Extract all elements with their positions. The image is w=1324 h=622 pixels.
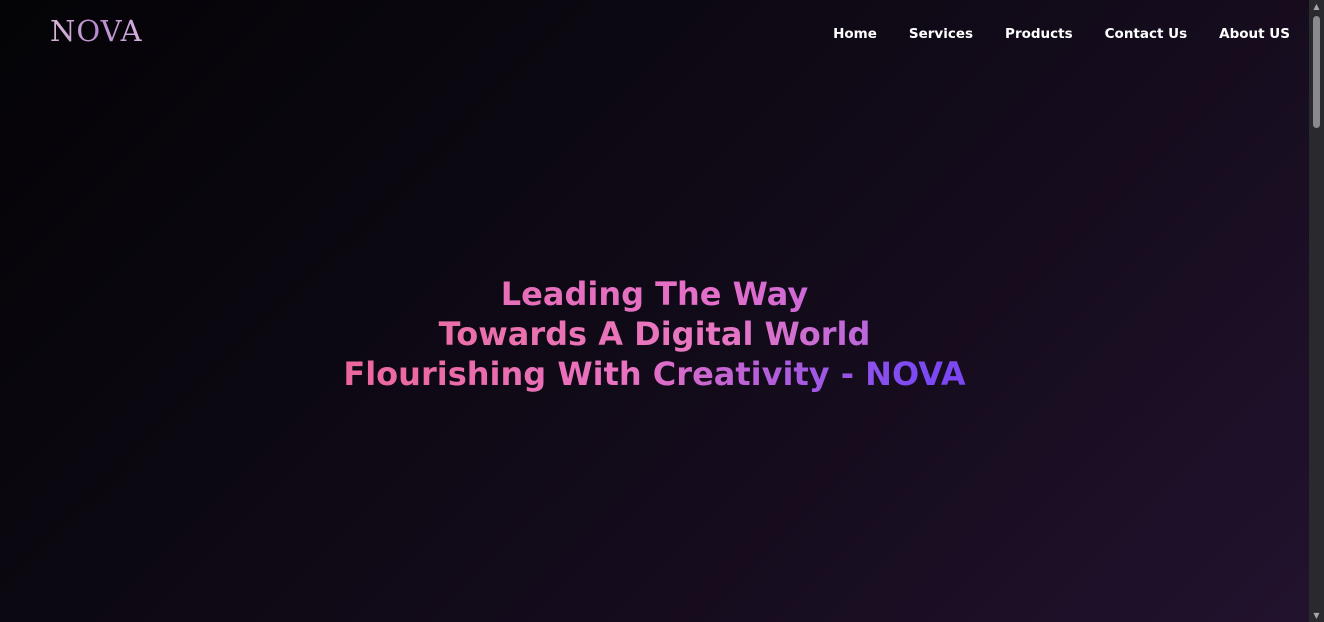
page: NOVA Home Services Products Contact Us A… [0,0,1324,622]
hero-line-3: Flourishing With Creativity - NOVA [0,354,1309,394]
hero-line-2: Towards A Digital World [0,314,1309,354]
logo[interactable]: NOVA [50,14,143,48]
nav-link-home[interactable]: Home [833,25,877,43]
hero-line-1: Leading The Way [0,274,1309,314]
nav-link-products[interactable]: Products [1005,25,1073,43]
hero-background: NOVA Home Services Products Contact Us A… [0,0,1309,622]
nav-link-about[interactable]: About US [1219,25,1290,43]
nav-link-services[interactable]: Services [909,25,973,43]
nav-link-contact[interactable]: Contact Us [1105,25,1188,43]
scroll-up-icon[interactable]: ▲ [1309,0,1324,13]
vertical-scrollbar[interactable]: ▲ ▼ [1309,0,1324,622]
hero-heading: Leading The Way Towards A Digital World … [0,274,1309,394]
logo-text: NOVA [50,13,143,48]
scrollbar-thumb[interactable] [1313,16,1320,128]
main-nav: Home Services Products Contact Us About … [833,25,1290,43]
scroll-down-icon[interactable]: ▼ [1309,609,1324,622]
